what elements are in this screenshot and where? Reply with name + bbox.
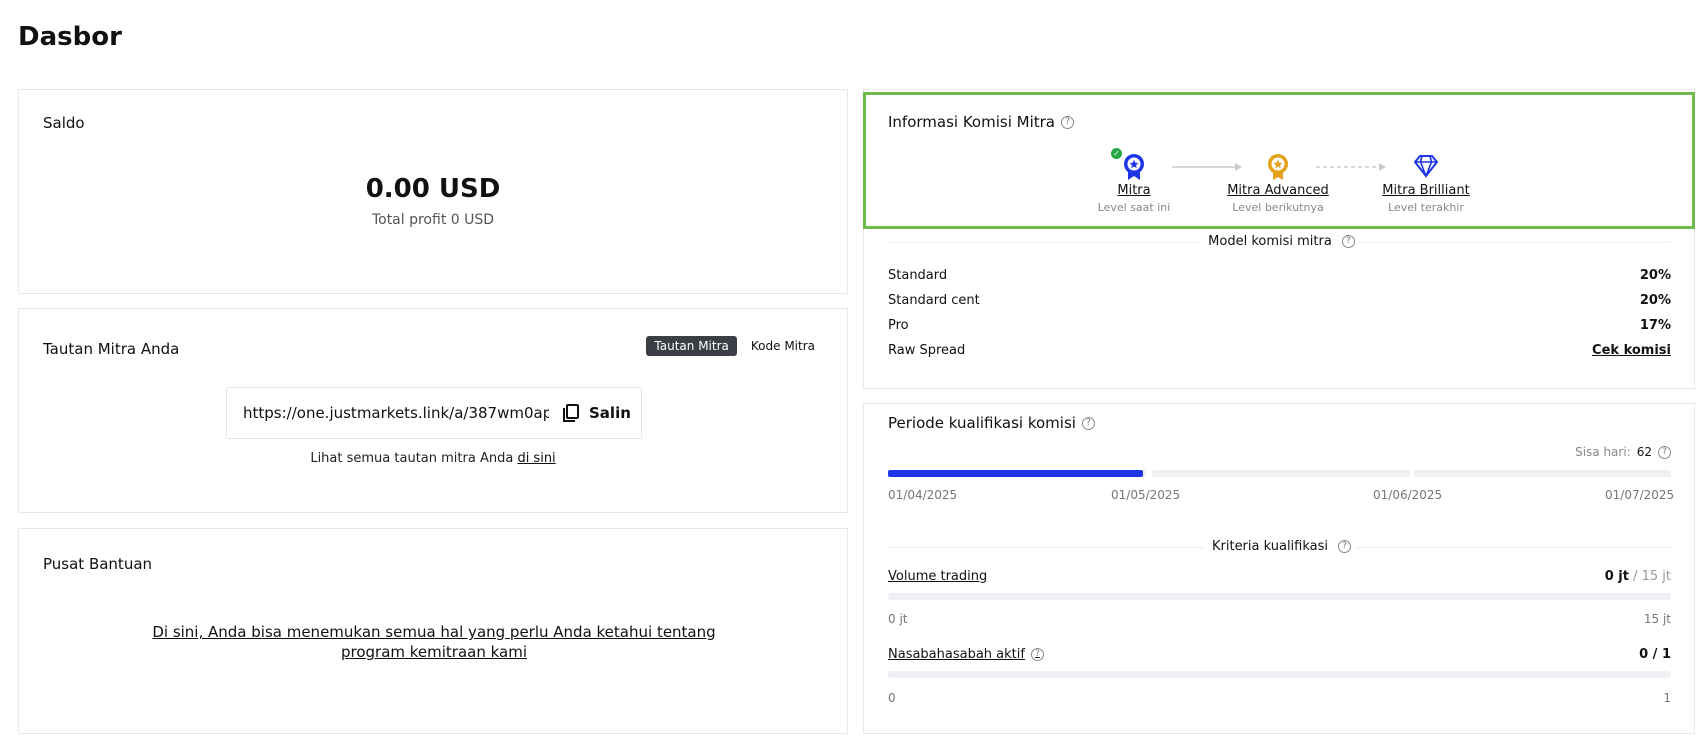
model-commission-header: Model komisi mitra ? [888, 234, 1671, 249]
help-center-card: Pusat Bantuan Di sini, Anda bisa menemuk… [18, 528, 848, 734]
active-clients-axis-min: 0 [888, 691, 896, 705]
balance-amount: 0.00 USD [365, 174, 501, 204]
diamond-icon [1414, 155, 1438, 179]
medal-icon [1268, 154, 1288, 180]
toggle-partner-code[interactable]: Kode Mitra [743, 336, 823, 356]
period-date: 01/04/2025 [888, 488, 958, 502]
level-mitra-sub: Level saat ini [1097, 201, 1171, 214]
period-segment [1414, 470, 1671, 477]
active-clients-count: 0 / 1 [1639, 647, 1671, 662]
help-icon[interactable]: ? [1341, 235, 1355, 248]
help-center-title: Pusat Bantuan [43, 555, 153, 573]
days-remaining-label: Sisa hari: [1575, 445, 1631, 459]
total-profit: Total profit 0 USD [371, 212, 495, 228]
commission-row: Standard cent 20% [888, 293, 1671, 308]
ribbon-medal-icon [1124, 154, 1144, 180]
period-progress-fill [888, 470, 1144, 477]
level-brilliant: Mitra Brilliant Level terakhir [1376, 153, 1476, 214]
qualification-period-title: Periode kualifikasi komisi ? [888, 414, 1095, 432]
qualification-period-card [863, 403, 1695, 734]
level-mitra-name[interactable]: Mitra [1092, 183, 1176, 198]
help-icon[interactable]: ? [1030, 648, 1044, 661]
commission-title: Informasi Komisi Mitra ? [888, 113, 1074, 131]
page-title: Dasbor [18, 22, 122, 52]
help-icon[interactable]: ? [1338, 540, 1352, 553]
model-commission-title: Model komisi mitra [1204, 234, 1336, 249]
active-clients-value: 0 / 1 [1639, 647, 1671, 662]
commission-row-value: 17% [1639, 318, 1671, 333]
days-remaining-value: 62 [1636, 445, 1652, 459]
saldo-card: Saldo 0.00 USD Total profit 0 USD [18, 89, 848, 294]
volume-trading-label[interactable]: Volume trading [888, 569, 987, 584]
partner-link-title: Tautan Mitra Anda [43, 340, 180, 358]
commission-row: Raw Spread Cek komisi [888, 343, 1671, 358]
volume-axis-max: 15 jt [1643, 612, 1671, 626]
check-commission-link[interactable]: Cek komisi [1592, 343, 1671, 358]
active-clients-axis-max: 1 [1663, 691, 1671, 705]
volume-max: / 15 jt [1633, 569, 1671, 584]
commission-row: Pro 17% [888, 318, 1671, 333]
criteria-title: Kriteria kualifikasi [1207, 539, 1333, 554]
partner-link-box: https://one.justmarkets.link/a/387wm0api… [226, 387, 642, 439]
commission-row-label: Standard cent [888, 293, 980, 308]
commission-row-label: Raw Spread [888, 343, 966, 358]
period-date: 01/06/2025 [1373, 488, 1443, 502]
criteria-header: Kriteria kualifikasi ? [888, 539, 1671, 554]
help-icon[interactable]: ? [1081, 416, 1095, 430]
volume-progress-bar [888, 593, 1671, 600]
help-icon[interactable]: ? [1658, 445, 1671, 459]
level-advanced-sub: Level berikutnya [1232, 201, 1324, 214]
level-mitra: Mitra Level saat ini [1092, 153, 1176, 214]
volume-axis-min: 0 jt [888, 612, 908, 626]
qualification-period-text: Periode kualifikasi komisi [888, 414, 1076, 432]
active-clients-progress-bar [888, 671, 1671, 678]
level-advanced-name[interactable]: Mitra Advanced [1222, 183, 1334, 198]
period-segment [1152, 470, 1410, 477]
commission-row: Standard 20% [888, 268, 1671, 283]
partner-link-card: Tautan Mitra Anda Tautan Mitra Kode Mitr… [18, 308, 848, 513]
level-brilliant-sub: Level terakhir [1388, 201, 1464, 214]
copy-button[interactable]: Salin [561, 403, 631, 423]
level-brilliant-name[interactable]: Mitra Brilliant [1376, 183, 1476, 198]
volume-trading-text: Volume trading [888, 569, 988, 584]
period-date: 01/07/2025 [1605, 488, 1675, 502]
help-icon[interactable]: ? [1061, 115, 1074, 129]
all-links-link[interactable]: di sini [517, 451, 555, 466]
active-clients-label[interactable]: Nasabahasabah aktif ? [888, 647, 1044, 662]
partner-link-url[interactable]: https://one.justmarkets.link/a/387wm0api… [243, 404, 549, 422]
days-remaining: Sisa hari: 62 ? [1575, 445, 1671, 459]
period-date: 01/05/2025 [1111, 488, 1181, 502]
link-type-toggle: Tautan Mitra Kode Mitra [646, 336, 823, 356]
commission-title-text: Informasi Komisi Mitra [888, 113, 1055, 131]
commission-row-label: Standard [888, 268, 948, 283]
volume-trading-value: 0 jt / 15 jt [1605, 569, 1671, 584]
hint-text: Lihat semua tautan mitra Anda [310, 451, 514, 466]
copy-label: Salin [589, 404, 631, 422]
toggle-partner-link[interactable]: Tautan Mitra [646, 336, 737, 356]
commission-row-label: Pro [888, 318, 909, 333]
commission-row-value: 20% [1639, 268, 1671, 283]
active-clients-text: Nasabahasabah aktif [888, 647, 1025, 662]
saldo-title: Saldo [43, 114, 85, 132]
period-segment [888, 470, 1146, 477]
copy-icon [563, 404, 579, 422]
all-links-hint: Lihat semua tautan mitra Anda di sini [19, 451, 847, 466]
volume-current: 0 jt [1604, 569, 1629, 584]
help-center-link[interactable]: Di sini, Anda bisa menemukan semua hal y… [124, 622, 744, 662]
commission-row-value: 20% [1639, 293, 1671, 308]
